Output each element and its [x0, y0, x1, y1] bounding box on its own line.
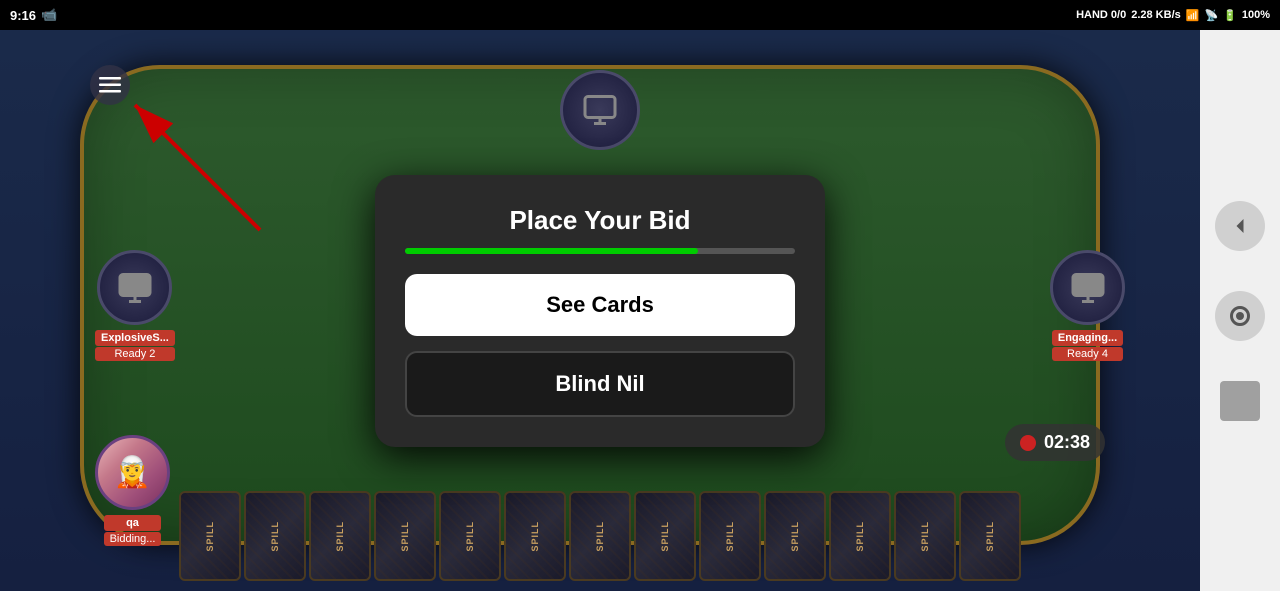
card-6[interactable]: SPILL [504, 491, 566, 581]
bottom-left-player-name: qa [104, 515, 162, 531]
card-9[interactable]: SPILL [699, 491, 761, 581]
bid-modal: Place Your Bid See Cards Blind Nil [375, 175, 825, 447]
menu-button[interactable] [90, 65, 130, 105]
wifi-icon: 📡 [1204, 9, 1218, 22]
right-sidebar [1200, 30, 1280, 591]
right-player-status: Ready 4 [1052, 347, 1123, 361]
timer-badge: 02:38 [1005, 424, 1105, 461]
video-icon: 📹 [41, 7, 57, 23]
left-player-label: ExplosiveS... Ready 2 [95, 330, 175, 361]
see-cards-button[interactable]: See Cards [405, 274, 795, 336]
card-10[interactable]: SPILL [764, 491, 826, 581]
card-1[interactable]: SPILL [179, 491, 241, 581]
cards-row: SPILL SPILL SPILL SPILL SPILL SPILL SPIL… [179, 491, 1021, 581]
card-13[interactable]: SPILL [959, 491, 1021, 581]
sidebar-square-button[interactable] [1220, 381, 1260, 421]
progress-bar-container [405, 248, 795, 254]
battery-pct: 100% [1242, 9, 1270, 21]
sidebar-record-button[interactable] [1215, 291, 1265, 341]
battery-icon: 🔋 [1223, 9, 1237, 22]
card-3[interactable]: SPILL [309, 491, 371, 581]
top-player-avatar [560, 70, 640, 150]
status-right: HAND 0/0 2.28 KB/s 📶 📡 🔋 100% [1076, 9, 1270, 22]
player-left: ExplosiveS... Ready 2 [95, 250, 175, 361]
card-5[interactable]: SPILL [439, 491, 501, 581]
left-player-name: ExplosiveS... [95, 330, 175, 346]
left-player-avatar [97, 250, 172, 325]
modal-title: Place Your Bid [405, 205, 795, 236]
player-right: Engaging... Ready 4 [1050, 250, 1125, 361]
right-player-label: Engaging... Ready 4 [1052, 330, 1123, 361]
card-12[interactable]: SPILL [894, 491, 956, 581]
hand-label: HAND 0/0 [1076, 9, 1126, 21]
avatar-emoji: 🧝 [114, 455, 151, 490]
player-top-center [560, 70, 640, 150]
bottom-left-player-status: Bidding... [104, 532, 162, 546]
card-11[interactable]: SPILL [829, 491, 891, 581]
status-left: 9:16 📹 [10, 7, 57, 23]
card-4[interactable]: SPILL [374, 491, 436, 581]
blind-nil-button[interactable]: Blind Nil [405, 351, 795, 417]
timer-display: 02:38 [1044, 432, 1090, 453]
game-area: ExplosiveS... Ready 2 Engaging... Ready … [0, 30, 1200, 591]
time-display: 9:16 [10, 8, 36, 23]
card-2[interactable]: SPILL [244, 491, 306, 581]
card-7[interactable]: SPILL [569, 491, 631, 581]
right-player-name: Engaging... [1052, 330, 1123, 346]
network-speed: 2.28 KB/s [1131, 9, 1181, 21]
bottom-left-avatar: 🧝 [95, 435, 170, 510]
right-player-avatar [1050, 250, 1125, 325]
sidebar-back-button[interactable] [1215, 201, 1265, 251]
status-bar: 9:16 📹 HAND 0/0 2.28 KB/s 📶 📡 🔋 100% [0, 0, 1280, 30]
player-bottom-left: 🧝 qa Bidding... [95, 435, 170, 546]
signal-icon: 📶 [1186, 9, 1200, 22]
progress-bar-fill [405, 248, 698, 254]
left-player-status: Ready 2 [95, 347, 175, 361]
bottom-left-player-label: qa Bidding... [104, 515, 162, 546]
card-8[interactable]: SPILL [634, 491, 696, 581]
record-dot [1020, 435, 1036, 451]
